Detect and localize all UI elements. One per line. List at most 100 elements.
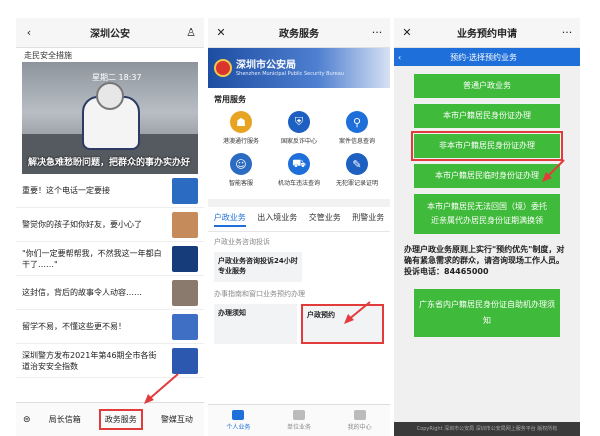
news-item[interactable]: 留学不易，不懂这些更不易！ [16,310,204,344]
service-item[interactable]: ⛟ 机动车违法查询 [270,153,328,187]
news-list: 重要！这个电话一定要接警觉你的孩子如你好友，要小心了 "你们一定要帮帮我，不然我这… [16,174,204,378]
banner-name: 深圳市公安局 [236,59,296,71]
close-icon[interactable]: ✕ [400,26,414,39]
services-grid: ☗ 港澳通行服务 ⛨ 国家反诈中心 ⚲ 案件信息查询 ☺ 智能客服 ⛟ 机动车违法查询 ✎ 无犯罪记录… [208,109,390,189]
self-service-notice-button[interactable]: 广东省内户籍居民身份证自助机办理须知 [414,289,560,337]
business-tab[interactable]: 出入境业务 [257,212,297,227]
service-item[interactable]: ✎ 无犯罪记录证明 [328,153,386,187]
news-thumbnail [172,211,198,238]
service-label: 智能客服 [228,180,253,187]
appointment-option-button[interactable]: 本市户籍居民身份证办理 [414,104,560,128]
service-icon: ☺ [230,153,252,175]
menu-police-media[interactable]: 警媒互动 [157,411,197,428]
panel-shenzhen-police: ‹ 深圳公安 ♙ 走民安全措施 星期二 18:37 解决急难愁盼问题，把群众的事… [16,18,204,436]
news-item[interactable]: "你们一定要帮帮我，不然我这一年都白干了……" [16,242,204,276]
header-title: 业务预约申请 [457,29,517,40]
news-thumbnail [172,279,198,306]
business-tab[interactable]: 刑警业务 [352,212,384,227]
news-item[interactable]: 深圳警方发布2021年第46期全市各街道治安安全指数 [16,344,204,378]
wechat-header: ✕ 业务预约申请 ··· [394,18,580,48]
consult-card[interactable]: 户政业务咨询投诉24小时专业服务 [214,252,302,282]
service-label: 港澳通行服务 [222,138,259,145]
bottom-tab[interactable]: 单位业务 [287,410,311,431]
police-banner: 深圳市公安局 Shenzhen Municipal Public Securit… [208,48,390,88]
menu-gov-services[interactable]: 政务服务 [98,409,143,430]
sub-heading-consult: 户政业务咨询投诉 [214,238,270,246]
news-thumbnail [172,347,198,374]
header-title: 深圳公安 [90,29,130,40]
tab-icon [353,410,366,420]
tab-label: 单位业务 [286,424,311,431]
news-item[interactable]: 重要！这个电话一定要接 [16,174,204,208]
wechat-header: ✕ 政务服务 ··· [208,18,390,48]
business-tab[interactable]: 户政业务 [213,212,246,227]
hero-clock: 星期二 18:37 [92,73,142,82]
service-icon: ⛟ [288,153,310,175]
service-icon: ⛨ [288,111,310,133]
bottom-tabbar: 个人业务 单位业务 我的中心 [208,404,390,436]
profile-icon[interactable]: ♙ [184,26,198,39]
service-item[interactable]: ☺ 智能客服 [212,153,270,187]
banner-sub: Shenzhen Municipal Public Security Burea… [236,70,344,77]
top-snippet[interactable]: 走民安全措施 [16,48,204,62]
police-emblem-icon [214,59,232,77]
news-item[interactable]: 警觉你的孩子如你好友，要小心了 [16,208,204,242]
business-tabs: 户政业务 出入境业务 交管业务 刑警业务 [208,207,390,232]
news-title: 留学不易，不懂这些更不易！ [22,322,126,331]
news-thumbnail [172,245,198,272]
bottom-tab[interactable]: 个人业务 [226,410,250,431]
panel-gov-services: ✕ 政务服务 ··· 深圳市公安局 Shenzhen Municipal Pub… [208,18,390,436]
service-item[interactable]: ⚲ 案件信息查询 [328,111,386,145]
service-item[interactable]: ⛨ 国家反诈中心 [270,111,328,145]
hero-caption: 解决急难愁盼问题，把群众的事办实办好 [28,158,191,168]
more-icon[interactable]: ··· [370,26,384,39]
service-icon: ⚲ [346,111,368,133]
guide-notice-button[interactable]: 办理须知 [214,304,297,344]
hero-image[interactable]: 星期二 18:37 解决急难愁盼问题，把群众的事办实办好 [22,62,198,174]
blue-title: 预约-选择预约业务 [450,52,518,62]
appointment-option-button[interactable]: 非本市户籍居民身份证办理 [411,131,563,161]
appointment-body: 普通户政业务 本市户籍居民身份证办理非本市户籍居民身份证办理本市户籍居民临时身份证… [394,66,580,436]
menu-director-mailbox[interactable]: 局长信箱 [45,411,85,428]
news-thumbnail [172,177,198,204]
panel-appointment: ✕ 业务预约申请 ··· ‹ 预约-选择预约业务 普通户政业务 本市户籍居民身份证… [394,18,580,436]
tab-label: 我的中心 [347,424,372,431]
appointment-option-button[interactable]: 本市户籍居民无法回国（境）委托近亲属代办居民身份证期满换领 [414,194,560,234]
news-title: 深圳警方发布2021年第46期全市各街道治安安全指数 [22,350,157,371]
bottom-menu: ⊜ 局长信箱 政务服务 警媒互动 [16,402,204,436]
appointment-note: 办理户政业务原则上实行"预约优先"制度，对确有紧急需求的群众，请咨询现场工作人员… [404,245,565,276]
household-appointment-button[interactable]: 户政预约 [301,304,384,344]
rider-helmet-shape [96,82,124,110]
back-icon[interactable]: ‹ [22,26,36,39]
sub-heading-guide: 办事指南和窗口业务预约办理 [214,290,305,298]
section-title: 常用服务 [214,95,246,104]
tab-icon [232,410,245,420]
news-title: 警觉你的孩子如你好友，要小心了 [22,220,142,229]
close-icon[interactable]: ✕ [214,26,228,39]
copyright-footer: CopyRight 深圳市公安局 深圳市公安局网上服务平台 版权所有 [394,422,580,436]
wechat-header: ‹ 深圳公安 ♙ [16,18,204,48]
service-item[interactable]: ☗ 港澳通行服务 [212,111,270,145]
appointment-buttons: 普通户政业务 本市户籍居民身份证办理非本市户籍居民身份证办理本市户籍居民临时身份证… [394,74,580,234]
more-icon[interactable]: ··· [560,26,574,39]
service-label: 无犯罪记录证明 [335,180,378,187]
service-label: 案件信息查询 [338,138,375,145]
news-item[interactable]: 这封信，背后的故事令人动容…… [16,276,204,310]
tab-icon [292,410,305,420]
bottom-tab[interactable]: 我的中心 [348,410,372,431]
tab-label: 个人业务 [226,424,251,431]
header-title: 政务服务 [279,29,319,40]
business-tab[interactable]: 交管业务 [309,212,341,227]
service-icon: ✎ [346,153,368,175]
service-label: 机动车违法查询 [277,180,320,187]
keyboard-icon[interactable]: ⊜ [23,415,31,425]
news-title: "你们一定要帮帮我，不然我这一年都白干了……" [22,248,162,269]
news-thumbnail [172,313,198,340]
news-title: 重要！这个电话一定要接 [22,186,110,195]
appointment-option-button[interactable]: 普通户政业务 [414,74,560,98]
divider [208,199,390,207]
service-label: 国家反诈中心 [280,138,317,145]
guide-grid: 办理须知 户政预约 [208,302,390,346]
appointment-option-button[interactable]: 本市户籍居民临时身份证办理 [414,164,560,188]
service-icon: ☗ [230,111,252,133]
